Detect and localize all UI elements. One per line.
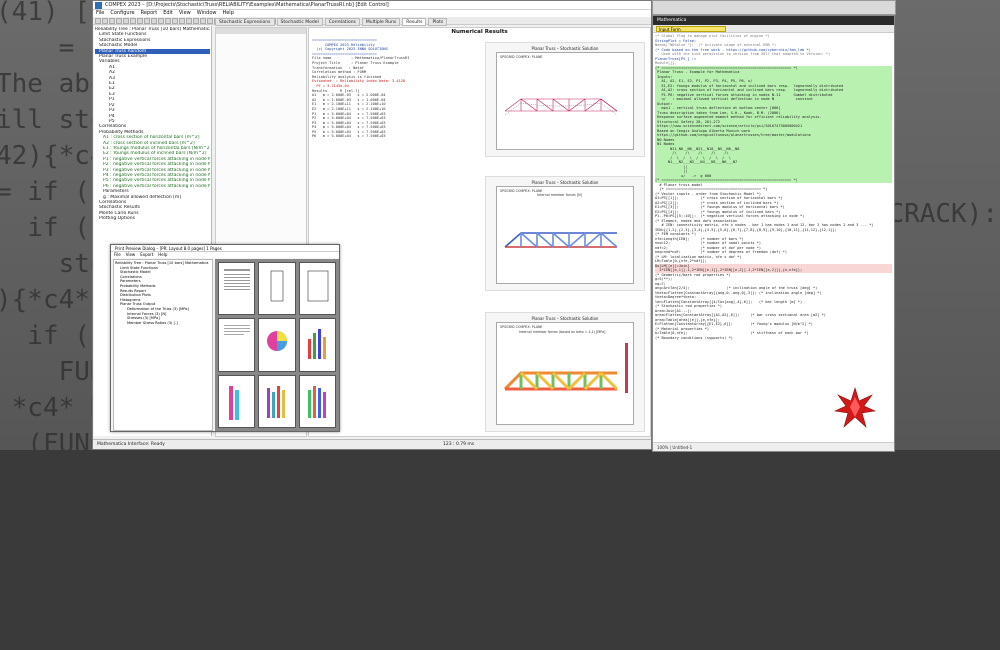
status-text: Mathematica Interface: Ready [97, 442, 165, 447]
page-thumbnail[interactable] [218, 262, 256, 316]
toolbar-button[interactable] [95, 18, 101, 24]
results-pane[interactable]: Numerical Results ======================… [308, 27, 651, 437]
window-titlebar[interactable]: COMPEX 2023 – [D:\Projects\Stochastic\Tr… [93, 1, 651, 10]
toolbar-button[interactable] [151, 18, 157, 24]
dialog-tree-item[interactable]: Member Stress Ratios (3) [-] [115, 321, 211, 326]
plot-title: Planar Truss – Stochastic Solution [531, 316, 599, 321]
dialog-menu-export[interactable]: Export [140, 252, 153, 258]
toolbar-button[interactable] [137, 18, 143, 24]
plot-inner-title: Internal member forces [N] [537, 193, 582, 197]
page-thumbnail[interactable] [298, 262, 336, 316]
dialog-menu-file[interactable]: File [114, 252, 121, 258]
notebook-comment-cell: (* =====================================… [655, 65, 892, 183]
results-report: ============================== COMPEX 20… [312, 38, 472, 139]
notebook-status: 100% | Untitled-1 [653, 442, 894, 451]
plot-subtitle: SPSGRID COMPEX: PLANE [500, 55, 543, 59]
mathematica-spikey-icon [834, 387, 876, 428]
plot-area: SPSGRID COMPEX: PLANE Internal member fo… [496, 186, 634, 284]
truss-deflection-plot [504, 98, 618, 116]
toolbar-button[interactable] [144, 18, 150, 24]
tree-item[interactable]: P5 : negative vertical forces attacking … [95, 178, 210, 183]
notebook-content[interactable]: (* Global flag to manage plot facilities… [655, 34, 892, 441]
tree-item[interactable]: Plotting Options [95, 216, 210, 221]
plot-deflection[interactable]: Planar Truss – Stochastic Solution SPSGR… [485, 42, 645, 157]
plot-internal-forces[interactable]: Planar Truss – Stochastic Solution SPSGR… [485, 176, 645, 291]
plot-title: Planar Truss – Stochastic Solution [531, 180, 599, 185]
menu-window[interactable]: Window [197, 10, 217, 17]
toolbar-button[interactable] [102, 18, 108, 24]
mathematica-tray [652, 0, 896, 15]
style-selector[interactable]: Input Form [656, 26, 726, 32]
page-thumbnail[interactable] [258, 374, 296, 428]
toolbar-button[interactable] [123, 18, 129, 24]
menu-view[interactable]: View [179, 10, 191, 17]
menu-help[interactable]: Help [222, 10, 233, 17]
menu-file[interactable]: File [96, 10, 104, 17]
results-heading: Numerical Results [451, 29, 508, 35]
tree-item[interactable]: P2 : negative vertical forces attacking … [95, 162, 210, 167]
menu-report[interactable]: Report [141, 10, 158, 17]
notebook-line: (* Boundary conditions (supports) *) [655, 335, 733, 340]
plot-subtitle: SPSGRID COMPEX: PLANE [500, 325, 543, 329]
dialog-title[interactable]: Print Preview Dialog – [PR: Layout 8.0 p… [111, 245, 339, 252]
notebook-highlight-cell: Do[LM[[e]]=Join[ 2*IEN[[e,1]]-1,2*IEN[[e… [655, 263, 892, 273]
plot-inner-title: Internal member forces (based on beta = … [519, 330, 606, 334]
document-tabs: Stochastic Expressions Stochastic Model Co… [215, 18, 651, 26]
plot-area: SPSGRID COMPEX: PLANE Internal member fo… [496, 322, 634, 425]
page-thumbnail[interactable] [218, 318, 256, 372]
toolbar-button[interactable] [172, 18, 178, 24]
page-thumbnail[interactable] [298, 374, 336, 428]
status-bar: Mathematica Interface: Ready 123 : 0.79 … [93, 439, 651, 449]
desktop-empty-area [0, 450, 1000, 650]
report-line: P6 m = 5.000E+04 s = 7.500E+03 [312, 134, 386, 139]
tab-plots[interactable]: Plots [428, 18, 448, 26]
dialog-tree-item[interactable]: Reliability Tree : Planar Truss [10 bars… [115, 261, 211, 266]
toolbar-button[interactable] [130, 18, 136, 24]
plot-area: SPSGRID COMPEX: PLANE [496, 52, 634, 150]
page-thumbnail[interactable] [258, 262, 296, 316]
page-thumbnail[interactable] [298, 318, 336, 372]
truss-stress-plot [503, 343, 628, 393]
dialog-menu: File View Export Help [111, 252, 339, 258]
toolbar-button[interactable] [158, 18, 164, 24]
tab-results[interactable]: Results [402, 18, 427, 26]
dialog-menu-view[interactable]: View [126, 252, 136, 258]
tab-multiple-runs[interactable]: Multiple Runs [361, 18, 401, 26]
toolbar-button[interactable] [165, 18, 171, 24]
page-thumbnail[interactable] [258, 318, 296, 372]
app-icon [95, 2, 102, 9]
notebook-title[interactable]: Mathematica [653, 16, 894, 25]
menu-edit[interactable]: Edit [163, 10, 173, 17]
plot-title: Planar Truss – Stochastic Solution [531, 46, 599, 51]
toolbar-button[interactable] [193, 18, 199, 24]
truss-forces-plot [504, 232, 618, 248]
window-title: COMPEX 2023 – [D:\Projects\Stochastic\Tr… [105, 2, 389, 8]
page-thumbnail[interactable] [218, 374, 256, 428]
print-preview-dialog[interactable]: Print Preview Dialog – [PR: Layout 8.0 p… [110, 244, 340, 432]
toolbar-button[interactable] [186, 18, 192, 24]
page-thumbnails [215, 259, 339, 431]
menu-bar: File Configure Report Edit View Window Help [93, 10, 651, 17]
plot-stresses[interactable]: Planar Truss – Stochastic Solution SPSGR… [485, 312, 645, 432]
notebook-line: # IEN: connectivity matrix, nfe x nodes … [655, 223, 874, 227]
tree-item[interactable]: A1 : cross section of horizontal bars [m… [95, 135, 210, 140]
toolbar-button[interactable] [179, 18, 185, 24]
dialog-menu-help[interactable]: Help [158, 252, 167, 258]
tab-stochastic-model[interactable]: Stochastic Model [276, 18, 323, 26]
mathematica-notebook[interactable]: Mathematica Input Form (* Global flag to… [652, 15, 895, 452]
notebook-toolbar: Input Form [653, 25, 894, 33]
expression-pane-header [216, 28, 306, 34]
tab-correlations[interactable]: Correlations [324, 18, 360, 26]
toolbar-button[interactable] [116, 18, 122, 24]
toolbar-button[interactable] [200, 18, 206, 24]
status-right: 123 : 0.79 ms [443, 442, 475, 447]
dialog-tree[interactable]: Reliability Tree : Planar Truss [10 bars… [113, 259, 213, 431]
toolbar-button[interactable] [109, 18, 115, 24]
menu-configure[interactable]: Configure [110, 10, 134, 17]
toolbar-button[interactable] [207, 18, 213, 24]
tab-stochastic-expressions[interactable]: Stochastic Expressions [215, 18, 275, 26]
tree-item[interactable]: E2 : Youngs modulus of inclined bars [N/… [95, 151, 210, 156]
